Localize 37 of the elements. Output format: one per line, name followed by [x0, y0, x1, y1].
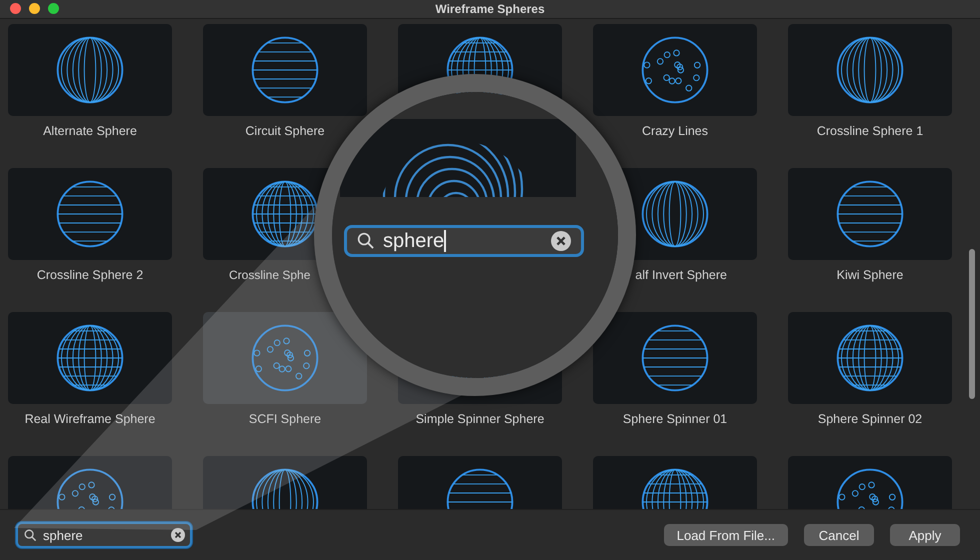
preset-tile[interactable] [593, 312, 757, 404]
preset-tile[interactable] [8, 24, 172, 116]
preset-label: Sphere Spinner 01 [622, 411, 728, 427]
preset-tile[interactable] [8, 168, 172, 260]
preset-label: Crazy Lines [642, 123, 708, 139]
clear-icon [551, 231, 571, 251]
minimize-button[interactable] [29, 3, 40, 14]
preset-label: Kiwi Sphere [836, 267, 904, 283]
search-field[interactable]: sphere [16, 522, 192, 548]
preset-tile[interactable] [8, 312, 172, 404]
preset-tile[interactable] [203, 312, 367, 404]
search-icon [24, 529, 37, 542]
close-button[interactable] [10, 3, 21, 14]
preset-tile[interactable] [788, 168, 952, 260]
dialog-button[interactable]: Apply [890, 524, 960, 546]
preset-label: SCFI Sphere [248, 411, 322, 427]
preset-label: Circuit Sphere [245, 123, 325, 139]
preset-label: Sphere Spinner 02 [818, 411, 922, 427]
dialog-button[interactable]: Load From File... [664, 524, 788, 546]
window-title: Wireframe Spheres [435, 2, 545, 16]
preset-label: Crossline Sphe [228, 267, 310, 283]
preset-tile[interactable] [203, 24, 367, 116]
preset-label: Simple Spinner Sphere [416, 411, 544, 427]
preset-label: Alternate Sphere [43, 123, 137, 139]
preset-label: alf Invert Sphere [635, 267, 728, 283]
dialog-button[interactable]: Cancel [804, 524, 874, 546]
preset-tile[interactable] [593, 24, 757, 116]
preset-tile[interactable] [788, 24, 952, 116]
preset-label: Crossline Sphere 2 [36, 267, 144, 283]
clear-icon[interactable] [171, 528, 185, 542]
preset-label: Real Wireframe Sphere [24, 411, 156, 427]
preset-label: Crossline Sphere 1 [816, 123, 924, 139]
magnified-search-text: sphere [383, 230, 444, 252]
zoom-button[interactable] [48, 3, 59, 14]
scroll-thumb[interactable] [969, 249, 975, 399]
preset-tile[interactable] [788, 312, 952, 404]
search-icon [357, 232, 375, 250]
